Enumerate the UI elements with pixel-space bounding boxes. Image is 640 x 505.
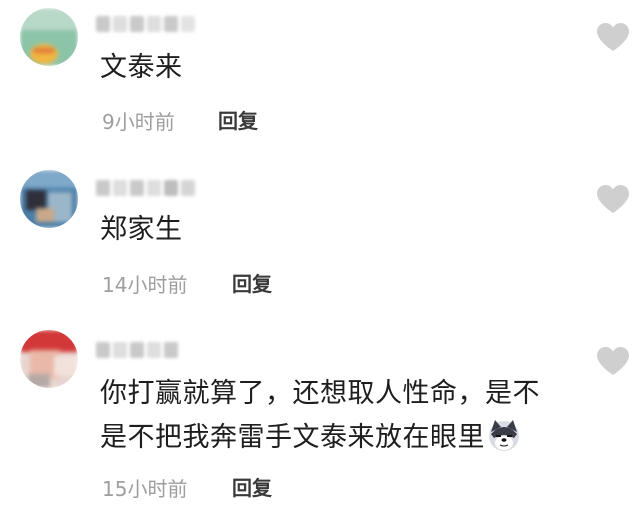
username[interactable]: [96, 178, 195, 198]
avatar-image: [20, 330, 78, 388]
comment-time: 9小时前: [102, 110, 175, 134]
comment-text: 郑家生: [100, 214, 183, 245]
comment-time: 15小时前: [102, 477, 188, 501]
username[interactable]: [96, 340, 178, 360]
avatar-image: [20, 170, 78, 228]
comment-text: 你打赢就算了，还想取人性命，是不 是不把我奔雷手文泰来放在眼里: [100, 372, 540, 460]
comment-text-line-content: 是不把我奔雷手文泰来放在眼里: [100, 422, 485, 453]
comment-item: 郑家生 14小时前 回复: [0, 160, 640, 310]
comment-text: 文泰来: [100, 52, 183, 83]
avatar[interactable]: [20, 8, 78, 66]
reply-button[interactable]: 回复: [218, 105, 258, 134]
comment-text-line: 是不把我奔雷手文泰来放在眼里: [100, 416, 540, 460]
avatar[interactable]: [20, 330, 78, 388]
comment-item: 你打赢就算了，还想取人性命，是不 是不把我奔雷手文泰来放在眼里 15小时前 回复: [0, 320, 640, 505]
comment-text-line: 你打赢就算了，还想取人性命，是不: [100, 378, 540, 409]
username[interactable]: [96, 14, 195, 34]
reply-button[interactable]: 回复: [232, 472, 272, 501]
comment-item: 文泰来 9小时前 回复: [0, 0, 640, 150]
comment-time: 14小时前: [102, 273, 188, 297]
heart-icon[interactable]: [596, 22, 630, 52]
heart-icon[interactable]: [596, 184, 630, 214]
avatar[interactable]: [20, 170, 78, 228]
doge-emoji: [489, 420, 519, 451]
avatar-image: [20, 8, 78, 66]
reply-button[interactable]: 回复: [232, 268, 272, 297]
heart-icon[interactable]: [596, 346, 630, 376]
